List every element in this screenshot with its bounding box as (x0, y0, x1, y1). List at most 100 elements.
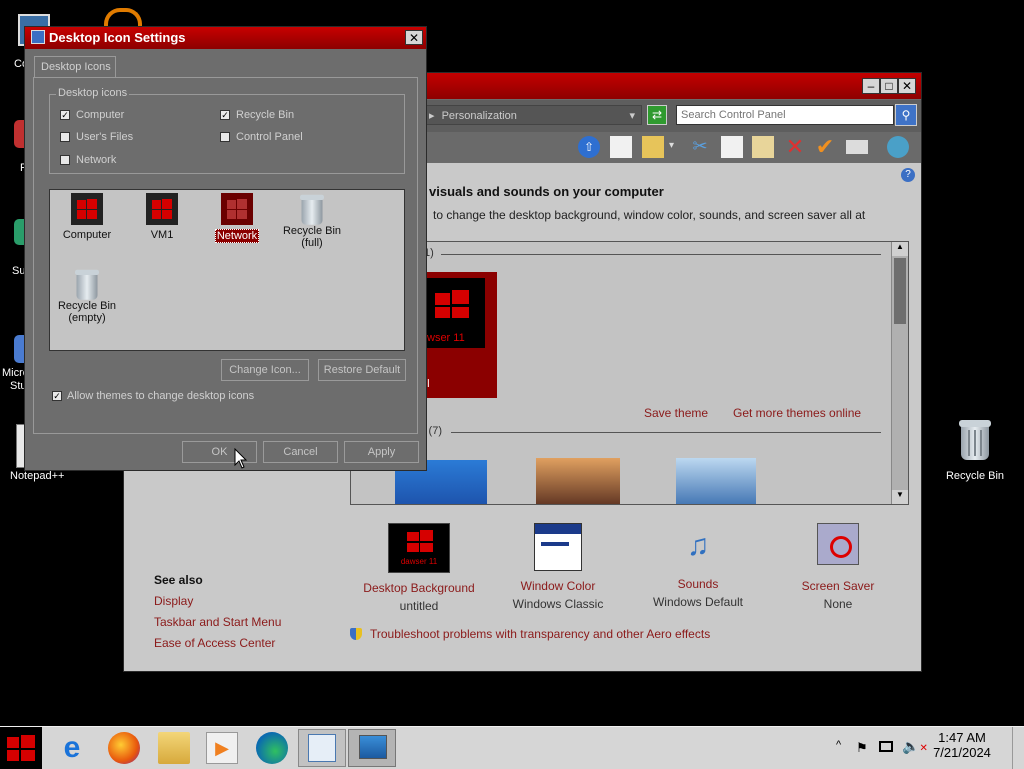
checkbox-network[interactable] (60, 155, 70, 165)
checkbox-allow-themes[interactable]: ✓ (52, 391, 62, 401)
screen-saver-item[interactable]: Screen Saver None (768, 523, 908, 611)
network-tray-icon[interactable] (879, 741, 893, 752)
icon-list[interactable]: Computer VM1 Network Recycle Bin (full) (49, 189, 405, 351)
theme-thumbnail[interactable] (536, 458, 620, 504)
tray-chevron-icon[interactable]: ^ (836, 739, 841, 751)
cancel-button[interactable]: Cancel (263, 441, 338, 463)
flag-icon[interactable]: ⚑ (856, 740, 868, 756)
desktop-icon-recycle-bin[interactable]: Recycle Bin (940, 418, 1010, 488)
firefox-icon[interactable] (108, 732, 140, 764)
desktop-icon-label: Notepad++ (10, 470, 65, 482)
see-also-ease-of-access[interactable]: Ease of Access Center (154, 636, 275, 650)
icon-label: (empty) (68, 312, 106, 324)
checkbox-computer[interactable]: ✓ (60, 110, 70, 120)
save-theme-link[interactable]: Save theme (644, 406, 708, 420)
tab-desktop-icons[interactable]: Desktop Icons (34, 56, 116, 78)
page-heading: visuals and sounds on your computer (429, 184, 664, 199)
dialog-icon (31, 30, 45, 44)
globe-icon[interactable] (887, 136, 909, 158)
page-subheading: to change the desktop background, window… (433, 208, 866, 222)
close-button[interactable]: ✕ (898, 78, 916, 94)
clock[interactable]: 1:47 AM 7/21/2024 (924, 730, 1000, 760)
checkbox-label: Control Panel (236, 131, 303, 143)
breadcrumb-arrow-icon: ▸ (429, 110, 435, 122)
folder-icon[interactable] (642, 136, 664, 158)
checkbox-label: Network (76, 154, 117, 166)
desktop-icons-group: Desktop icons ✓ Computer ✓ Recycle Bin U… (49, 87, 405, 174)
help-icon[interactable]: ? (901, 168, 915, 182)
copy-icon[interactable] (721, 136, 743, 158)
theme-list[interactable]: 1) wser 11 ol Save theme Get more themes… (350, 241, 909, 505)
troubleshoot-link[interactable]: Troubleshoot problems with transparency … (370, 627, 710, 641)
vm1-icon (146, 193, 178, 225)
scroll-up-icon[interactable]: ▲ (892, 242, 908, 256)
screen-saver-icon (817, 523, 859, 565)
icon-network[interactable]: Network (202, 193, 272, 243)
recycle-bin-icon (957, 418, 993, 462)
file-explorer-icon[interactable] (158, 732, 190, 764)
clock-date: 7/21/2024 (933, 745, 991, 760)
windows-logo-icon (7, 735, 35, 761)
minimize-button[interactable]: – (862, 78, 880, 94)
restore-default-button[interactable]: Restore Default (318, 359, 406, 381)
bottom-item-value: Windows Default (652, 595, 744, 609)
icon-vm1[interactable]: VM1 (127, 193, 197, 241)
control-panel-icon (308, 734, 336, 762)
windows-logo-icon (435, 290, 469, 318)
scrollbar-thumb[interactable] (894, 258, 906, 324)
scroll-down-icon[interactable]: ▼ (892, 490, 908, 504)
address-bar[interactable]: ▸ Personalization ▾ (424, 105, 642, 125)
dropdown-arrow-icon[interactable]: ▾ (669, 140, 674, 151)
sounds-item[interactable]: ♫ Sounds Windows Default (628, 523, 768, 609)
taskbar-personalization-button[interactable] (348, 729, 396, 767)
dialog-titlebar[interactable]: Desktop Icon Settings ✕ (25, 27, 426, 49)
icon-label-selected: Network (214, 229, 260, 243)
delete-icon[interactable]: ✕ (784, 136, 806, 158)
bottom-item-name: Sounds (677, 577, 719, 591)
checkbox-control-panel[interactable] (220, 132, 230, 142)
checkbox-users-files[interactable] (60, 132, 70, 142)
paste-icon[interactable] (752, 136, 774, 158)
see-also-display[interactable]: Display (154, 594, 193, 608)
maximize-button[interactable]: □ (880, 78, 898, 94)
search-icon[interactable]: ⚲ (895, 104, 917, 126)
media-player-icon[interactable]: ▶ (206, 732, 238, 764)
get-more-themes-link[interactable]: Get more themes online (733, 406, 861, 420)
checkbox-label: User's Files (76, 131, 134, 143)
icon-computer[interactable]: Computer (52, 193, 122, 241)
bottom-item-value: None (823, 597, 853, 611)
desktop-background-icon: dawser 11 (388, 523, 450, 573)
properties-icon[interactable] (846, 140, 868, 154)
recycle-bin-full-icon (299, 193, 326, 225)
see-also-taskbar[interactable]: Taskbar and Start Menu (154, 615, 281, 629)
window-color-icon (534, 523, 582, 571)
display-icon (359, 735, 387, 759)
dialog-close-button[interactable]: ✕ (405, 30, 423, 45)
bottom-item-value: Windows Classic (512, 597, 604, 611)
icon-label: VM1 (150, 229, 174, 241)
show-desktop-button[interactable] (1012, 727, 1024, 769)
panel-icon[interactable] (610, 136, 632, 158)
refresh-icon[interactable]: ⇄ (647, 105, 667, 125)
desktop-background-item[interactable]: dawser 11 Desktop Background untitled (349, 523, 489, 613)
selected-theme-thumbnail[interactable]: wser 11 ol (421, 272, 497, 398)
checkbox-recycle-bin[interactable]: ✓ (220, 110, 230, 120)
search-input[interactable] (676, 105, 894, 125)
up-arrow-icon[interactable]: ⇧ (578, 136, 600, 158)
edge-icon[interactable] (256, 732, 288, 764)
cut-icon[interactable]: ✂ (689, 136, 711, 158)
start-button[interactable] (0, 727, 42, 769)
checkmark-icon[interactable]: ✔ (814, 136, 836, 158)
theme-thumbnail[interactable] (676, 458, 756, 504)
icon-recycle-bin-full[interactable]: Recycle Bin (full) (277, 193, 347, 249)
chevron-down-icon[interactable]: ▾ (629, 106, 635, 126)
internet-explorer-icon[interactable]: e (56, 732, 88, 764)
vertical-scrollbar[interactable]: ▲ ▼ (891, 242, 908, 504)
taskbar-control-panel-button[interactable] (298, 729, 346, 767)
breadcrumb: Personalization (441, 110, 517, 122)
window-color-item[interactable]: Window Color Windows Classic (488, 523, 628, 611)
icon-recycle-bin-empty[interactable]: Recycle Bin (empty) (52, 268, 122, 324)
change-icon-button[interactable]: Change Icon... (221, 359, 309, 381)
apply-button[interactable]: Apply (344, 441, 419, 463)
group-label: Desktop icons (56, 87, 130, 99)
